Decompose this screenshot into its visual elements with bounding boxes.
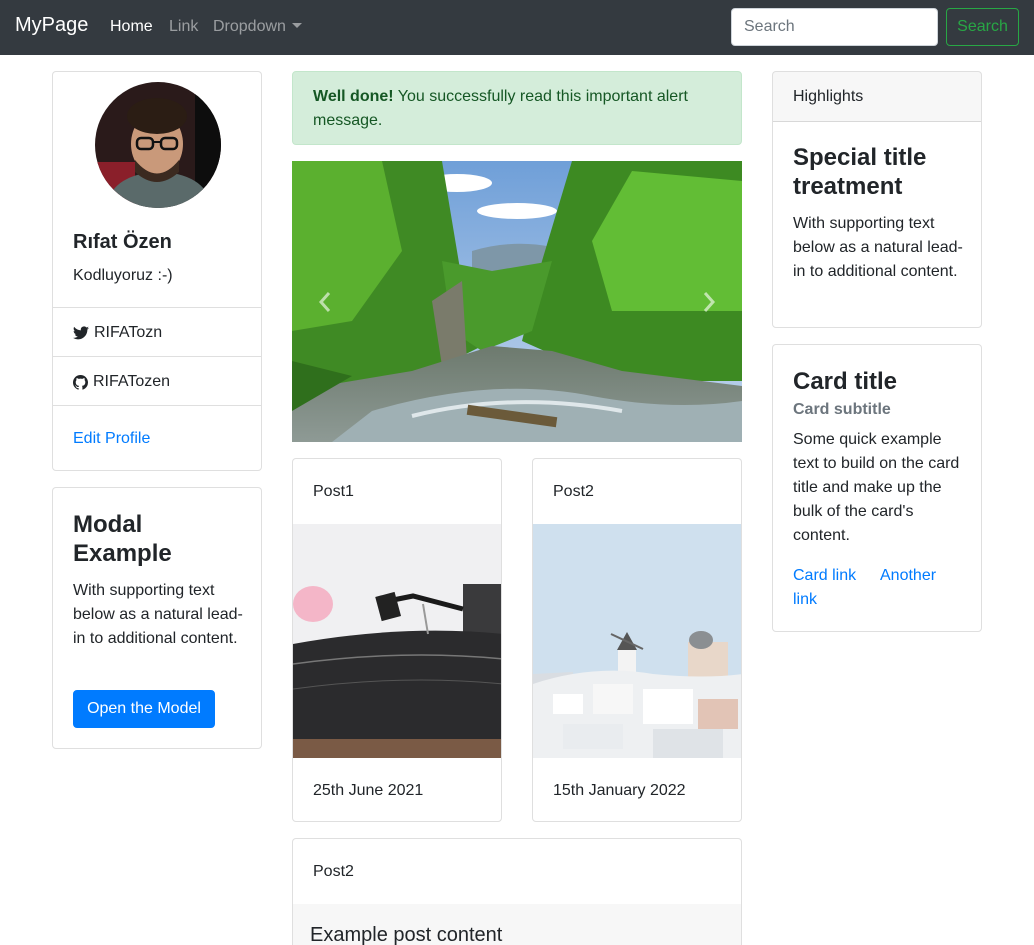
edit-profile-link[interactable]: Edit Profile xyxy=(73,430,150,448)
post-card: Post1 25th June 2021 xyxy=(292,458,502,822)
post-title: Post2 xyxy=(553,483,594,500)
wide-post-title: Post2 xyxy=(313,863,354,880)
modal-card: Modal Example With supporting text below… xyxy=(52,487,262,749)
brand-logo[interactable]: MyPage xyxy=(15,14,88,37)
search-input[interactable] xyxy=(731,8,938,46)
nav-link[interactable]: Link xyxy=(169,18,198,36)
wide-post-body: Example post content xyxy=(293,904,741,945)
highlights-title: Special title treatment xyxy=(793,144,927,200)
profile-card: Rıfat Özen Kodluyoruz :-) RIFATozn RIFAT… xyxy=(52,71,262,471)
modal-card-text: With supporting text below as a natural … xyxy=(73,582,243,647)
profile-bio: Kodluyoruz :-) xyxy=(73,267,173,284)
nav-home[interactable]: Home xyxy=(110,18,153,36)
post-image xyxy=(293,524,501,758)
highlights-card: Highlights Special title treatment With … xyxy=(772,71,982,328)
github-label: RIFATozen xyxy=(93,373,171,390)
divider xyxy=(53,405,261,406)
wide-post-content: Example post content xyxy=(310,924,503,945)
post-image xyxy=(533,524,741,758)
twitter-label: RIFATozn xyxy=(94,324,163,341)
divider xyxy=(53,356,261,357)
nav-dropdown[interactable]: Dropdown xyxy=(213,18,302,36)
post-card: Post2 15th January 2022 xyxy=(532,458,742,822)
post-date: 15th January 2022 xyxy=(553,782,686,799)
search-button[interactable]: Search xyxy=(946,8,1019,46)
success-alert: Well done! You successfully read this im… xyxy=(292,71,742,145)
chevron-right-icon[interactable] xyxy=(702,291,716,313)
twitter-handle[interactable]: RIFATozn xyxy=(73,324,162,342)
carousel xyxy=(292,161,742,442)
wide-post-card: Post2 Example post content xyxy=(292,838,742,945)
chevron-left-icon[interactable] xyxy=(318,291,332,313)
caret-down-icon xyxy=(291,23,302,28)
carousel-image xyxy=(292,161,742,442)
post-title: Post1 xyxy=(313,483,354,500)
highlights-text: With supporting text below as a natural … xyxy=(793,215,963,280)
profile-name: Rıfat Özen xyxy=(73,231,172,253)
avatar xyxy=(95,82,221,208)
info-card-subtitle: Card subtitle xyxy=(793,401,891,418)
highlights-header-label: Highlights xyxy=(793,88,864,105)
highlights-header: Highlights xyxy=(773,72,981,122)
github-icon xyxy=(73,374,88,390)
info-card-title: Card title xyxy=(793,368,898,395)
nav-dropdown-label: Dropdown xyxy=(213,18,286,35)
info-card: Card title Card subtitle Some quick exam… xyxy=(772,344,982,632)
twitter-icon xyxy=(73,326,89,340)
post-date: 25th June 2021 xyxy=(313,782,424,799)
alert-strong: Well done! xyxy=(313,88,394,105)
navbar: MyPage Home Link Dropdown Search xyxy=(0,0,1034,55)
modal-card-title: Modal Example xyxy=(73,511,172,567)
another-link[interactable]: Another link xyxy=(793,564,963,612)
github-handle[interactable]: RIFATozen xyxy=(73,373,170,391)
divider xyxy=(53,307,261,308)
info-card-text: Some quick example text to build on the … xyxy=(793,431,960,544)
open-modal-button[interactable]: Open the Model xyxy=(73,690,215,728)
